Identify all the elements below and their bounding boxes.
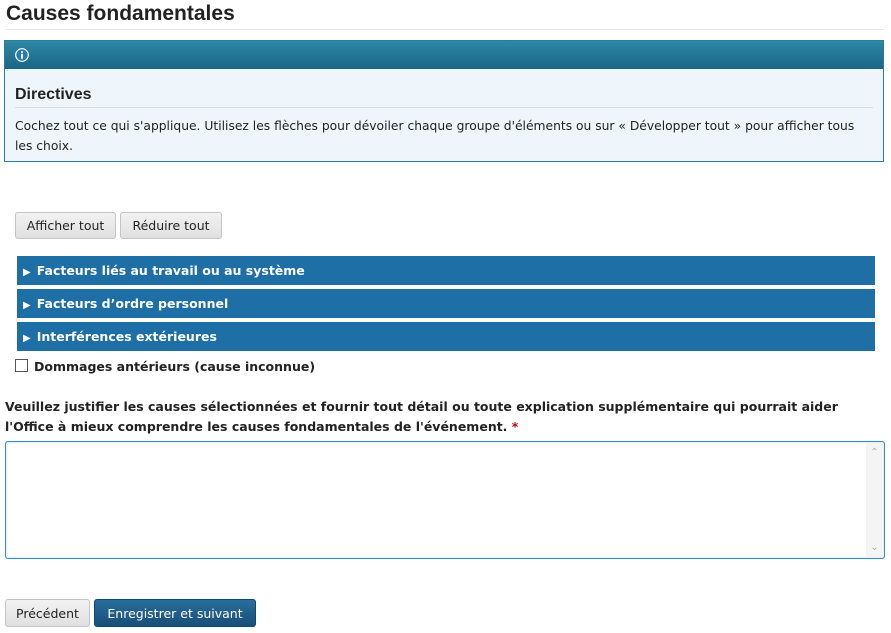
triangle-right-icon: ▶ [23, 267, 31, 278]
prior-damage-checkbox[interactable] [15, 359, 28, 372]
triangle-right-icon: ▶ [23, 333, 31, 344]
textarea-scrollbar[interactable]: ⌃ ⌄ [866, 443, 883, 557]
required-marker: * [511, 419, 519, 434]
directives-text: Cochez tout ce qui s'applique. Utilisez … [15, 119, 855, 153]
scroll-down-icon[interactable]: ⌄ [869, 542, 880, 553]
justification-textarea[interactable] [8, 444, 870, 560]
directives-panel-header [5, 41, 883, 69]
justification-textarea-frame[interactable]: ⌃ ⌄ [5, 441, 885, 560]
group-work-system-factors[interactable]: ▶ Facteurs liés au travail ou au système [17, 256, 875, 285]
group-external-interference[interactable]: ▶ Interférences extérieures [17, 322, 875, 351]
directives-heading: Directives [15, 69, 873, 108]
justification-question-text: Veuillez justifier les causes sélectionn… [5, 399, 838, 434]
group-personal-factors[interactable]: ▶ Facteurs d’ordre personnel [17, 289, 875, 318]
directives-panel: Directives Cochez tout ce qui s'applique… [4, 40, 884, 162]
previous-button[interactable]: Précédent [5, 599, 90, 627]
save-and-next-button[interactable]: Enregistrer et suivant [94, 599, 256, 627]
scroll-up-icon[interactable]: ⌃ [869, 447, 880, 458]
page-title: Causes fondamentales [6, 2, 235, 25]
group-label: Interférences extérieures [36, 329, 217, 344]
title-divider [6, 29, 884, 30]
group-label: Facteurs liés au travail ou au système [36, 263, 305, 278]
group-label: Facteurs d’ordre personnel [36, 296, 229, 311]
collapse-all-button[interactable]: Réduire tout [120, 212, 222, 239]
triangle-right-icon: ▶ [23, 300, 31, 311]
justification-question: Veuillez justifier les causes sélectionn… [5, 397, 875, 437]
prior-damage-label[interactable]: Dommages antérieurs (cause inconnue) [34, 359, 315, 374]
show-all-button[interactable]: Afficher tout [15, 212, 116, 239]
prior-damage-option[interactable]: Dommages antérieurs (cause inconnue) [15, 358, 315, 376]
info-icon [15, 48, 29, 62]
